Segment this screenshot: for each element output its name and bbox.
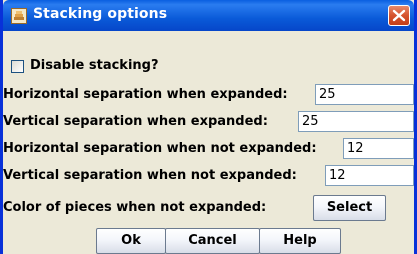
stacking-options-dialog: Stacking options Disable stacking? Horiz… [0,0,417,254]
v-sep-expanded-field[interactable]: 25 [298,111,414,132]
h-sep-not-expanded-field[interactable]: 12 [343,138,414,159]
select-color-button[interactable]: Select [313,195,386,221]
close-icon [392,9,406,22]
disable-stacking-checkbox[interactable] [11,60,24,73]
window-title: Stacking options [33,6,168,22]
close-button[interactable] [388,5,410,26]
ok-button[interactable]: Ok [96,228,166,254]
h-sep-expanded-label: Horizontal separation when expanded: [3,87,288,102]
v-sep-not-expanded-label: Vertical separation when not expanded: [3,168,297,183]
app-icon [11,8,27,24]
color-label: Color of pieces when not expanded: [3,200,267,215]
h-sep-expanded-field[interactable]: 25 [315,84,414,105]
cancel-button[interactable]: Cancel [165,228,260,254]
v-sep-not-expanded-field[interactable]: 12 [325,165,414,186]
disable-stacking-label[interactable]: Disable stacking? [30,58,159,73]
help-button[interactable]: Help [259,228,341,254]
title-bar[interactable]: Stacking options [3,0,414,31]
h-sep-not-expanded-label: Horizontal separation when not expanded: [3,141,317,156]
v-sep-expanded-label: Vertical separation when expanded: [3,114,268,129]
